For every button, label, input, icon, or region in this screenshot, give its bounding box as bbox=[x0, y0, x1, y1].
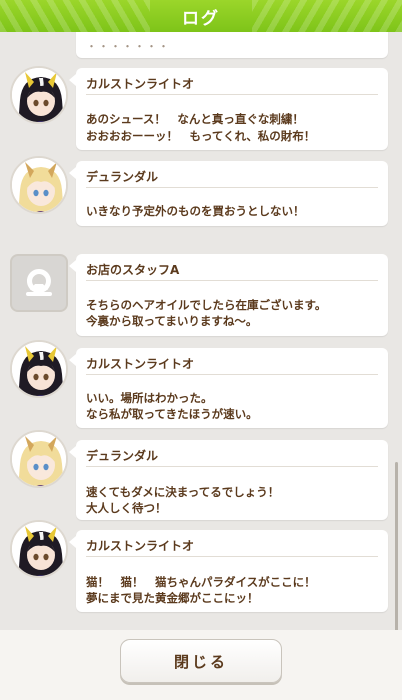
dialogue-bubble: お店のスタッフA そちらのヘアオイルでしたら在庫ございます。 今裏から取ってまい… bbox=[69, 254, 388, 336]
log-panel[interactable]: ・・・・・・・ カルストンライトオ あのシュース！ なんと真っ直ぐな刺繍！ おお… bbox=[0, 32, 402, 630]
dialogue-line: 猫！ 猫！ 猫ちゃんパラダイスがここに！ bbox=[86, 575, 316, 589]
scrollbar[interactable] bbox=[395, 462, 398, 630]
divider bbox=[86, 187, 378, 188]
dialogue-line: 今裏から取ってまいりますね〜。 bbox=[86, 314, 258, 328]
dialogue-bubble: カルストンライトオ いい。場所はわかった。 なら私が取ってきたほうが速い。 bbox=[69, 348, 388, 428]
dark-hair-horse-girl-avatar bbox=[10, 66, 68, 124]
staff-placeholder-icon bbox=[10, 254, 68, 312]
dialogue-bubble: カルストンライトオ 猫！ 猫！ 猫ちゃんパラダイスがここに！ 夢にまで見た黄金郷… bbox=[69, 530, 388, 612]
dialogue-line: いい。場所はわかった。 bbox=[86, 391, 213, 405]
blonde-horse-girl-avatar bbox=[10, 156, 68, 214]
dialogue-bubble: デュランダル 速くてもダメに決まってるでしょう！ 大人しく待つ！ bbox=[69, 440, 388, 520]
log-entry-cutoff: ・・・・・・・ bbox=[76, 32, 388, 58]
dark-hair-horse-girl-avatar bbox=[10, 520, 68, 578]
dialogue-line: 夢にまで見た黄金郷がここにッ！ bbox=[86, 591, 259, 605]
dialogue-bubble: カルストンライトオ あのシュース！ なんと真っ直ぐな刺繍！ おおおおーーッ！ も… bbox=[69, 68, 388, 150]
dark-hair-horse-girl-avatar bbox=[10, 340, 68, 398]
cutoff-text: ・・・・・・・ bbox=[86, 40, 170, 53]
dialogue-line: なら私が取ってきたほうが速い。 bbox=[86, 407, 258, 421]
close-button[interactable]: 閉じる bbox=[120, 639, 282, 683]
blonde-horse-girl-avatar bbox=[10, 430, 68, 488]
speaker-name: デュランダル bbox=[86, 170, 159, 184]
dialogue-line: 速くてもダメに決まってるでしょう！ bbox=[86, 485, 280, 499]
close-button-label: 閉じる bbox=[173, 652, 228, 671]
speaker-name: カルストンライトオ bbox=[86, 357, 195, 371]
divider bbox=[86, 466, 378, 467]
divider bbox=[86, 374, 378, 375]
speaker-name: カルストンライトオ bbox=[86, 77, 195, 91]
dialogue-bubble: デュランダル いきなり予定外のものを買おうとしない！ bbox=[69, 161, 388, 226]
dialogue-line: そちらのヘアオイルでしたら在庫ございます。 bbox=[86, 298, 327, 312]
header-bar: ログ bbox=[0, 0, 402, 32]
dialogue-line: あのシュース！ なんと真っ直ぐな刺繍！ bbox=[86, 112, 304, 126]
dialogue-line: 大人しく待つ！ bbox=[86, 501, 167, 515]
divider bbox=[86, 556, 378, 557]
divider bbox=[86, 94, 378, 95]
speaker-name: デュランダル bbox=[86, 449, 159, 463]
speaker-name: お店のスタッフA bbox=[86, 263, 180, 277]
dialogue-line: おおおおーーッ！ もってくれ、私の財布！ bbox=[86, 129, 316, 143]
dialogue-line: いきなり予定外のものを買おうとしない！ bbox=[86, 204, 305, 218]
divider bbox=[86, 280, 378, 281]
page-title: ログ bbox=[182, 8, 220, 29]
speaker-name: カルストンライトオ bbox=[86, 539, 195, 553]
